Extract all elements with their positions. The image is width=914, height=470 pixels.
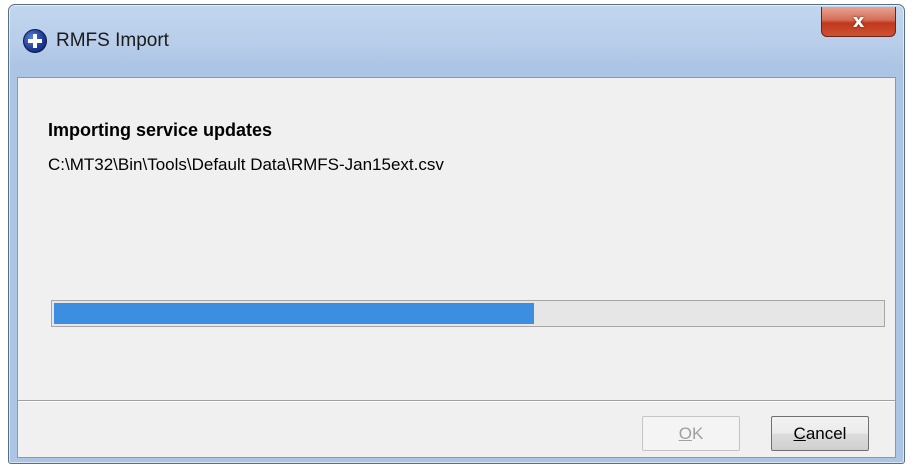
ok-accel-letter: O <box>678 423 692 443</box>
status-heading: Importing service updates <box>48 120 273 140</box>
ok-label-rest: K <box>691 423 704 443</box>
title-bar[interactable]: RMFS Import x <box>9 5 904 77</box>
cancel-accel-letter: C <box>793 423 806 443</box>
button-area-separator <box>18 400 895 402</box>
import-progress-bar <box>51 300 885 327</box>
cancel-label-rest: ancel <box>805 423 847 443</box>
close-button[interactable]: x <box>821 7 896 37</box>
import-dialog-window: RMFS Import x Importing service updates … <box>8 4 905 464</box>
window-title: RMFS Import <box>56 30 169 51</box>
ok-button[interactable]: OK <box>642 416 740 451</box>
medical-cross-icon <box>23 29 47 53</box>
file-path-label: C:\MT32\Bin\Tools\Default Data\RMFS-Jan1… <box>48 155 444 174</box>
cancel-button[interactable]: Cancel <box>771 416 869 451</box>
progress-fill <box>54 303 534 324</box>
dialog-body: Importing service updates C:\MT32\Bin\To… <box>17 77 896 458</box>
close-icon: x <box>852 11 865 32</box>
